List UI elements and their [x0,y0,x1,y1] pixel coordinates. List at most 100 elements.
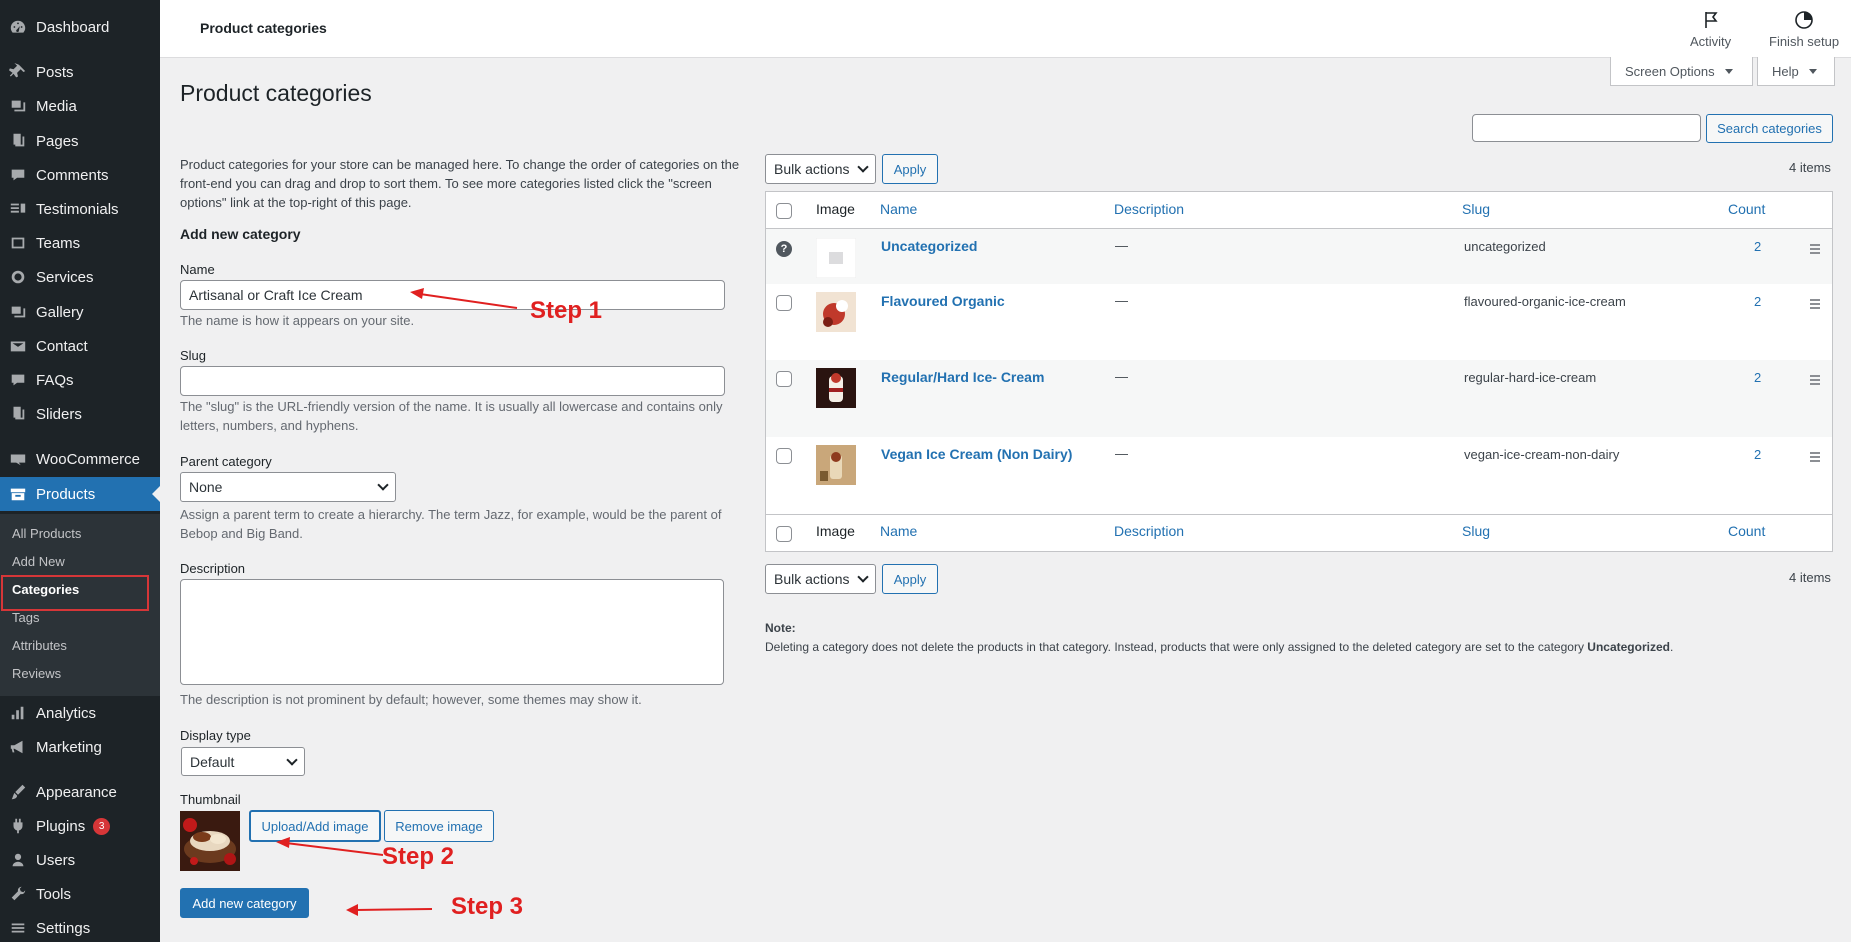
category-name-link[interactable]: Flavoured Organic [881,293,1005,309]
note-uncategorized: Uncategorized [1587,640,1670,654]
select-all-checkbox[interactable] [776,203,792,219]
col-count[interactable]: Count [1728,201,1765,217]
name-input[interactable]: Artisanal or Craft Ice Cream [180,280,725,310]
table-row[interactable]: Flavoured Organic — flavoured-organic-ic… [766,284,1832,360]
table-row[interactable]: ? Uncategorized — uncategorized 2 [766,229,1832,284]
bulk-actions-select-bottom[interactable]: Bulk actions [765,564,876,594]
search-categories-input[interactable] [1472,114,1701,142]
submenu-tags[interactable]: Tags [12,610,39,625]
teams-icon [0,234,36,252]
activity-button[interactable]: Activity [1690,10,1731,49]
slug-input[interactable] [180,366,725,396]
menu-settings[interactable]: Settings [0,911,160,942]
table-footer: Image Name Description Slug Count [766,514,1832,551]
category-slug: flavoured-organic-ice-cream [1464,294,1626,309]
menu-contact[interactable]: Contact [0,329,160,363]
faq-icon [0,371,36,389]
row-checkbox[interactable] [776,448,792,464]
menu-label: Products [36,485,96,503]
col-image: Image [816,201,855,217]
drag-handle-icon[interactable] [1810,244,1820,256]
apply-button-top[interactable]: Apply [882,154,938,184]
col-count-footer[interactable]: Count [1728,523,1765,539]
select-all-checkbox-footer[interactable] [776,526,792,542]
menu-label: WooCommerce [36,450,140,468]
col-description[interactable]: Description [1114,201,1184,217]
thumbnail-preview-image [180,811,240,871]
submenu-add-new[interactable]: Add New [12,554,65,569]
menu-tools[interactable]: Tools [0,877,160,911]
category-count[interactable]: 2 [1754,447,1761,462]
menu-posts[interactable]: Posts [0,55,160,89]
table-row[interactable]: Vegan Ice Cream (Non Dairy) — vegan-ice-… [766,437,1832,514]
menu-analytics[interactable]: Analytics [0,696,160,730]
menu-label: Tools [36,885,72,903]
menu-pages[interactable]: Pages [0,124,160,158]
menu-teams[interactable]: Teams [0,226,160,260]
col-slug-footer[interactable]: Slug [1462,523,1490,539]
category-slug: uncategorized [1464,239,1546,254]
col-slug[interactable]: Slug [1462,201,1490,217]
menu-gallery[interactable]: Gallery [0,295,160,329]
col-description-footer[interactable]: Description [1114,523,1184,539]
submenu-reviews[interactable]: Reviews [12,666,61,681]
category-name-link[interactable]: Vegan Ice Cream (Non Dairy) [881,446,1072,462]
bulk-actions-label: Bulk actions [774,571,850,587]
caret-down-icon [1808,68,1817,74]
menu-label: Analytics [36,704,97,722]
description-textarea[interactable] [180,579,724,685]
apply-button-bottom[interactable]: Apply [882,564,938,594]
col-name[interactable]: Name [880,201,917,217]
row-checkbox[interactable] [776,371,792,387]
table-row[interactable]: Regular/Hard Ice- Cream — regular-hard-i… [766,360,1832,437]
gallery-icon [0,303,36,321]
menu-label: Appearance [36,783,117,801]
menu-plugins[interactable]: Plugins 3 [0,809,160,843]
remove-image-button[interactable]: Remove image [384,810,494,842]
menu-dashboard[interactable]: Dashboard [0,10,160,44]
bulk-actions-select-top[interactable]: Bulk actions [765,154,876,184]
category-description: — [1115,238,1128,253]
menu-woocommerce[interactable]: WooCommerce [0,442,160,476]
row-checkbox[interactable] [776,295,792,311]
pages-icon [0,132,36,150]
finish-setup-button[interactable]: Finish setup [1769,10,1839,49]
category-count[interactable]: 2 [1754,370,1761,385]
category-count[interactable]: 2 [1754,294,1761,309]
menu-testimonials[interactable]: Testimonials [0,192,160,226]
col-name-footer[interactable]: Name [880,523,917,539]
display-type-select[interactable]: Default [181,747,305,776]
media-icon [0,97,36,115]
menu-faqs[interactable]: FAQs [0,363,160,397]
add-new-category-button[interactable]: Add new category [180,888,309,918]
menu-services[interactable]: Services [0,260,160,294]
drag-handle-icon[interactable] [1810,452,1820,464]
category-count[interactable]: 2 [1754,239,1761,254]
category-name-link[interactable]: Uncategorized [881,238,977,254]
screen-options-tab[interactable]: Screen Options [1610,57,1753,86]
menu-sliders[interactable]: Sliders [0,397,160,431]
drag-handle-icon[interactable] [1810,375,1820,387]
pushpin-icon [0,63,36,81]
help-tab[interactable]: Help [1757,57,1835,86]
menu-appearance[interactable]: Appearance [0,775,160,809]
category-name-link[interactable]: Regular/Hard Ice- Cream [881,369,1044,385]
menu-label: Testimonials [36,200,119,218]
parent-category-select[interactable]: None [180,472,396,502]
menu-label: Services [36,268,94,286]
analytics-icon [0,704,36,722]
menu-label: Comments [36,166,109,184]
upload-image-button[interactable]: Upload/Add image [249,810,381,842]
menu-marketing[interactable]: Marketing [0,730,160,764]
menu-media[interactable]: Media [0,89,160,123]
menu-products[interactable]: Products [0,477,160,511]
drag-handle-icon[interactable] [1810,299,1820,311]
note-label: Note: [765,621,796,635]
submenu-attributes[interactable]: Attributes [12,638,67,653]
submenu-all-products[interactable]: All Products [12,526,81,541]
menu-comments[interactable]: Comments [0,158,160,192]
step-2-annotation: Step 2 [382,843,455,870]
search-categories-button[interactable]: Search categories [1706,114,1833,143]
menu-users[interactable]: Users [0,843,160,877]
chevron-down-icon [857,571,869,583]
